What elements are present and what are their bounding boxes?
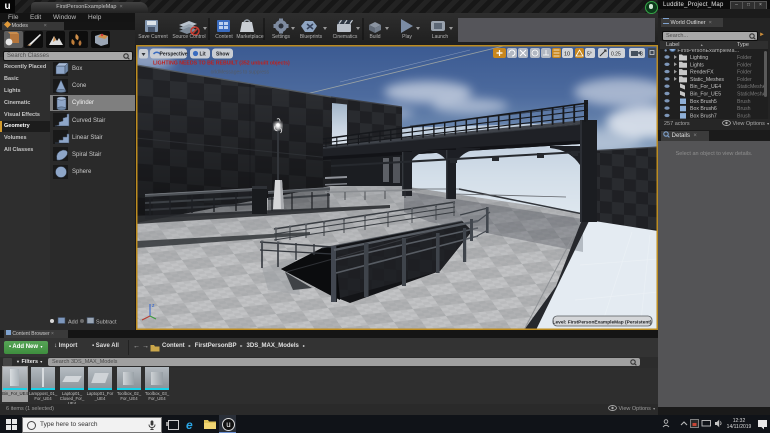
svg-text:Box Brush5: Box Brush5 <box>690 99 717 105</box>
svg-text:Brush: Brush <box>737 99 751 105</box>
svg-text:5°: 5° <box>587 52 592 58</box>
svg-text:StaticMeshA: StaticMeshA <box>737 92 767 98</box>
svg-text:Static_Meshes: Static_Meshes <box>690 77 724 83</box>
svg-text:Brush: Brush <box>737 106 751 112</box>
svg-text:RenderFX: RenderFX <box>690 70 714 76</box>
svg-text:Folder: Folder <box>737 77 752 83</box>
svg-text:Box Brush6: Box Brush6 <box>690 106 717 112</box>
svg-text:StaticMeshA: StaticMeshA <box>737 84 767 90</box>
svg-text:Folder: Folder <box>737 70 752 76</box>
svg-text:Bin_For_UE4: Bin_For_UE4 <box>690 84 721 90</box>
svg-text:Folder: Folder <box>737 62 752 68</box>
svg-text:orldMessages to suppress: orldMessages to suppress <box>211 70 270 76</box>
svg-text:3: 3 <box>640 52 643 58</box>
svg-text:Level: FirstPersonExampleMap: Level: FirstPersonExampleMap (Persistent… <box>553 320 652 326</box>
svg-text:Bin_For_UE5: Bin_For_UE5 <box>690 92 721 98</box>
svg-text:10: 10 <box>564 52 570 58</box>
svg-text:Lights: Lights <box>690 62 704 68</box>
svg-text:Lit: Lit <box>200 52 206 58</box>
svg-text:Lighting: Lighting <box>690 55 708 61</box>
svg-text:Show: Show <box>216 52 229 58</box>
svg-text:Subtract: Subtract <box>96 320 117 326</box>
svg-text:Add: Add <box>68 320 78 326</box>
svg-text:LIGHTING NEEDS TO BE REBUILT (: LIGHTING NEEDS TO BE REBUILT (352 unbuil… <box>153 61 290 67</box>
svg-text:Folder: Folder <box>737 55 752 61</box>
svg-text:Perspective: Perspective <box>160 52 188 58</box>
svg-text:0.25: 0.25 <box>611 52 621 58</box>
